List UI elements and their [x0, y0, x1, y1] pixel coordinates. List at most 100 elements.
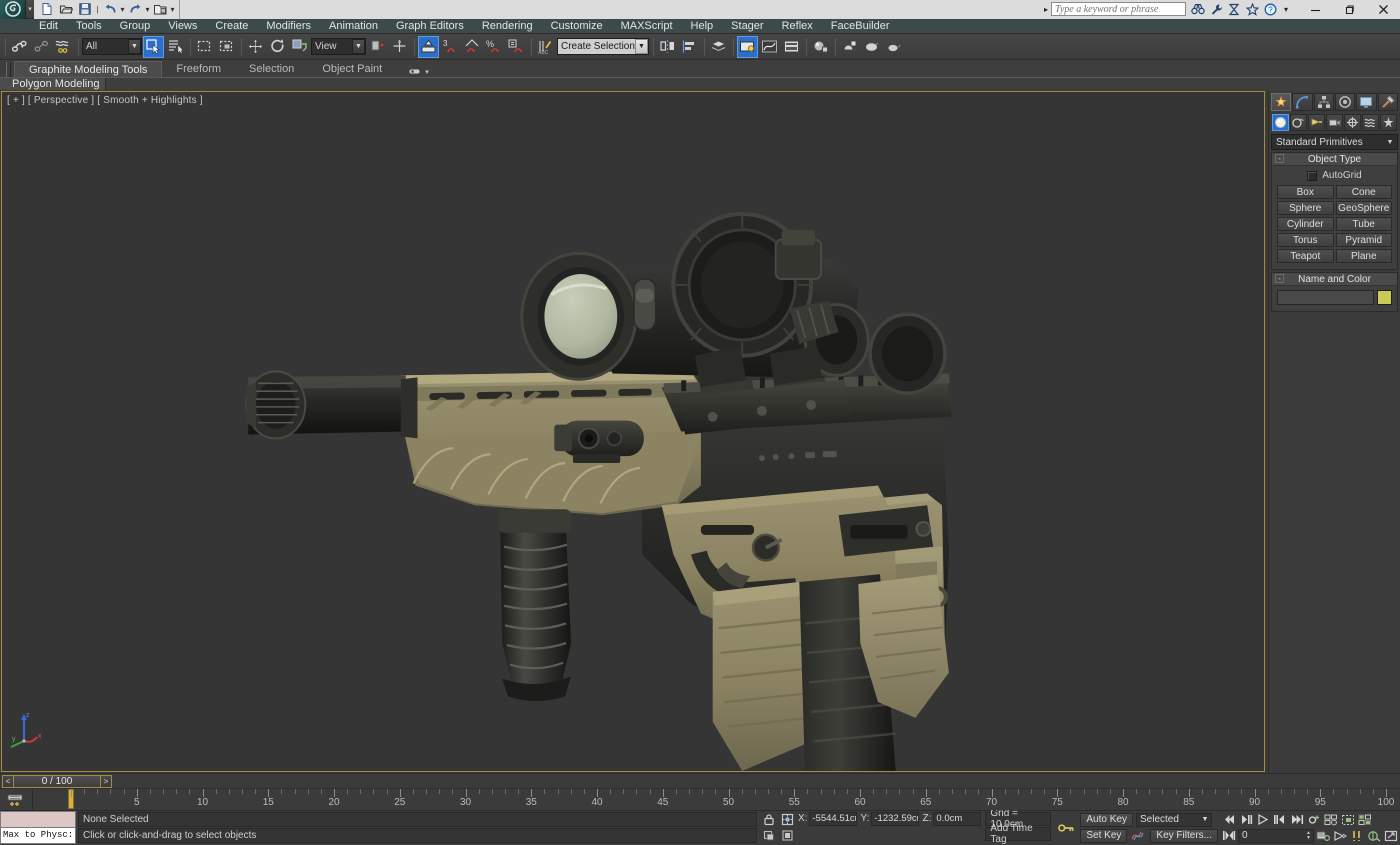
use-pivot-point-center-button[interactable]: [367, 36, 388, 58]
open-file-button[interactable]: [57, 1, 75, 18]
menu-item-help[interactable]: Help: [682, 20, 723, 32]
menu-item-create[interactable]: Create: [206, 20, 257, 32]
create-box-button[interactable]: Box: [1277, 185, 1334, 199]
play-animation-button[interactable]: [1255, 813, 1271, 827]
utilities-tab[interactable]: [1378, 93, 1398, 111]
save-file-button[interactable]: [76, 1, 94, 18]
select-and-scale-button[interactable]: [289, 36, 310, 58]
edit-named-selection-sets-button[interactable]: ABC: [535, 36, 556, 58]
binoculars-icon[interactable]: [1191, 2, 1205, 16]
snaps-toggle-button[interactable]: [418, 36, 439, 58]
time-slider-track-rest[interactable]: [112, 775, 1400, 788]
display-tab[interactable]: [1356, 93, 1376, 111]
new-file-button[interactable]: [38, 1, 56, 18]
menu-item-reflex[interactable]: Reflex: [773, 20, 822, 32]
y-coordinate-field[interactable]: -1232.59cm: [871, 812, 919, 826]
rendered-frame-window-button[interactable]: [861, 36, 882, 58]
hierarchy-tab[interactable]: [1314, 93, 1334, 111]
current-frame-display[interactable]: 0 / 100: [14, 775, 100, 788]
current-frame-spinner[interactable]: 0 ▲▼: [1238, 829, 1314, 843]
pan-view-button[interactable]: [1332, 829, 1348, 843]
create-tab[interactable]: [1271, 93, 1291, 111]
object-color-swatch[interactable]: [1377, 290, 1392, 305]
geometry-category[interactable]: [1272, 114, 1289, 131]
ribbon-options-icon[interactable]: ▾: [408, 66, 429, 77]
bind-to-space-warp-button[interactable]: [53, 36, 74, 58]
select-by-name-button[interactable]: [165, 36, 186, 58]
modify-tab[interactable]: [1292, 93, 1312, 111]
shapes-category[interactable]: [1290, 114, 1307, 131]
mirror-button[interactable]: [657, 36, 678, 58]
search-expand-caret-icon[interactable]: ▸: [1041, 5, 1051, 14]
unlink-selection-button[interactable]: [31, 36, 52, 58]
menu-item-views[interactable]: Views: [159, 20, 206, 32]
render-production-button[interactable]: [883, 36, 904, 58]
tab-selection[interactable]: Selection: [235, 61, 308, 77]
add-time-tag-button[interactable]: Add Time Tag: [985, 827, 1051, 841]
render-setup-button[interactable]: [839, 36, 860, 58]
help-icon[interactable]: ?: [1263, 2, 1277, 16]
selection-filter-combo[interactable]: All ▼: [82, 38, 142, 55]
menu-item-modifiers[interactable]: Modifiers: [257, 20, 320, 32]
menu-item-rendering[interactable]: Rendering: [473, 20, 542, 32]
z-coordinate-field[interactable]: 0.0cm: [933, 812, 981, 826]
zoom-extents-button[interactable]: [1340, 813, 1356, 827]
max-logo-icon[interactable]: [0, 0, 26, 19]
next-frame-arrow[interactable]: >: [100, 775, 112, 788]
named-selection-set-combo[interactable]: Create Selection Se ▼: [557, 38, 649, 55]
object-name-input[interactable]: [1277, 290, 1374, 305]
menu-item-customize[interactable]: Customize: [542, 20, 612, 32]
zoom-all-button[interactable]: [1323, 813, 1339, 827]
space-warps-category[interactable]: [1362, 114, 1379, 131]
listener-input[interactable]: Max to Physc:: [0, 828, 76, 844]
set-project-folder-button[interactable]: [151, 1, 169, 18]
schematic-view-button[interactable]: [781, 36, 802, 58]
perspective-viewport[interactable]: [ + ] [ Perspective ] [ Smooth + Highlig…: [1, 91, 1265, 772]
create-tube-button[interactable]: Tube: [1336, 217, 1393, 231]
key-mode-toggle-button[interactable]: [1221, 829, 1237, 843]
menu-item-group[interactable]: Group: [111, 20, 160, 32]
cameras-category[interactable]: [1326, 114, 1343, 131]
collapse-icon[interactable]: -: [1275, 274, 1284, 283]
hourglass-icon[interactable]: [1227, 2, 1241, 16]
collapse-icon[interactable]: -: [1275, 154, 1284, 163]
zoom-button[interactable]: [1306, 813, 1322, 827]
menu-item-facebuilder[interactable]: FaceBuilder: [822, 20, 899, 32]
create-torus-button[interactable]: Torus: [1277, 233, 1334, 247]
snap-3d-label[interactable]: 3: [440, 36, 461, 58]
name-and-color-header[interactable]: - Name and Color: [1272, 273, 1397, 286]
layer-explorer-button[interactable]: [708, 36, 729, 58]
systems-category[interactable]: [1380, 114, 1397, 131]
previous-frame-button[interactable]: [1238, 813, 1254, 827]
create-cylinder-button[interactable]: Cylinder: [1277, 217, 1334, 231]
tab-object-paint[interactable]: Object Paint: [308, 61, 396, 77]
select-and-manipulate-button[interactable]: [389, 36, 410, 58]
ribbon-grip[interactable]: [6, 62, 11, 77]
timeline-ruler[interactable]: 5101520253035404550556065707580859095100: [32, 789, 1400, 810]
assault-rifle-model[interactable]: [2, 92, 1264, 771]
helpers-category[interactable]: [1344, 114, 1361, 131]
create-plane-button[interactable]: Plane: [1336, 249, 1393, 263]
close-button[interactable]: [1366, 0, 1400, 19]
maximize-viewport-toggle-button[interactable]: [1383, 829, 1399, 843]
menu-item-tools[interactable]: Tools: [67, 20, 111, 32]
rectangular-selection-region-button[interactable]: [194, 36, 215, 58]
spinner-arrows-icon[interactable]: ▲▼: [1304, 831, 1313, 841]
chevron-down-icon[interactable]: ▼: [1199, 816, 1211, 823]
create-cone-button[interactable]: Cone: [1336, 185, 1393, 199]
key-filters-button[interactable]: Key Filters...: [1150, 829, 1218, 843]
x-coordinate-field[interactable]: -5544.51cm: [809, 812, 857, 826]
lights-category[interactable]: [1308, 114, 1325, 131]
spinner-snap-toggle-button[interactable]: [506, 36, 527, 58]
star-icon[interactable]: [1245, 2, 1259, 16]
tab-freeform[interactable]: Freeform: [162, 61, 235, 77]
key-toggle-icon[interactable]: [779, 828, 796, 843]
go-to-end-button[interactable]: [1289, 813, 1305, 827]
orbit-button[interactable]: [1349, 829, 1365, 843]
maxscript-mini-listener[interactable]: Max to Physc:: [0, 811, 76, 844]
menu-item-edit[interactable]: Edit: [30, 20, 67, 32]
set-key-button[interactable]: Set Key: [1080, 829, 1127, 843]
curve-editor-button[interactable]: [759, 36, 780, 58]
key-filter-icon[interactable]: [0, 789, 32, 810]
zoom-extents-all-button[interactable]: [1357, 813, 1373, 827]
